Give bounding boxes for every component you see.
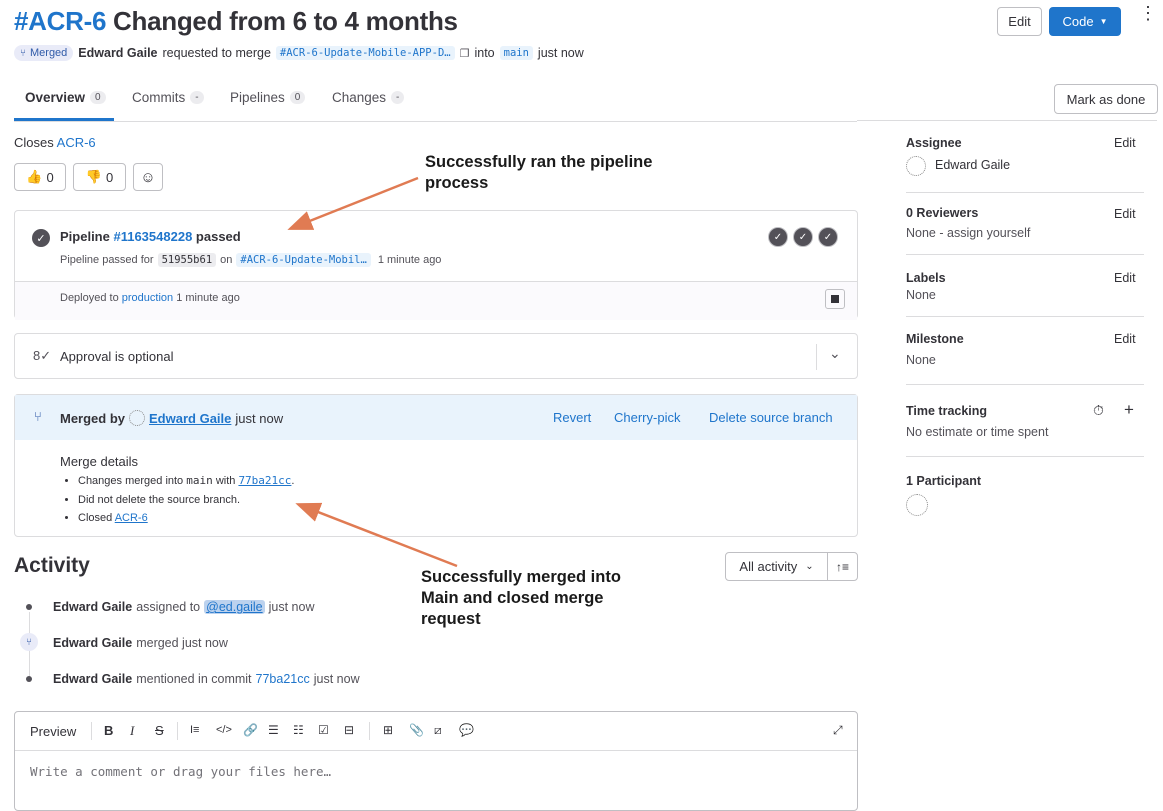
annotation-arrows [287, 176, 458, 568]
arrow-to-merge-details [295, 502, 458, 568]
arrow-to-pipeline [287, 176, 419, 230]
